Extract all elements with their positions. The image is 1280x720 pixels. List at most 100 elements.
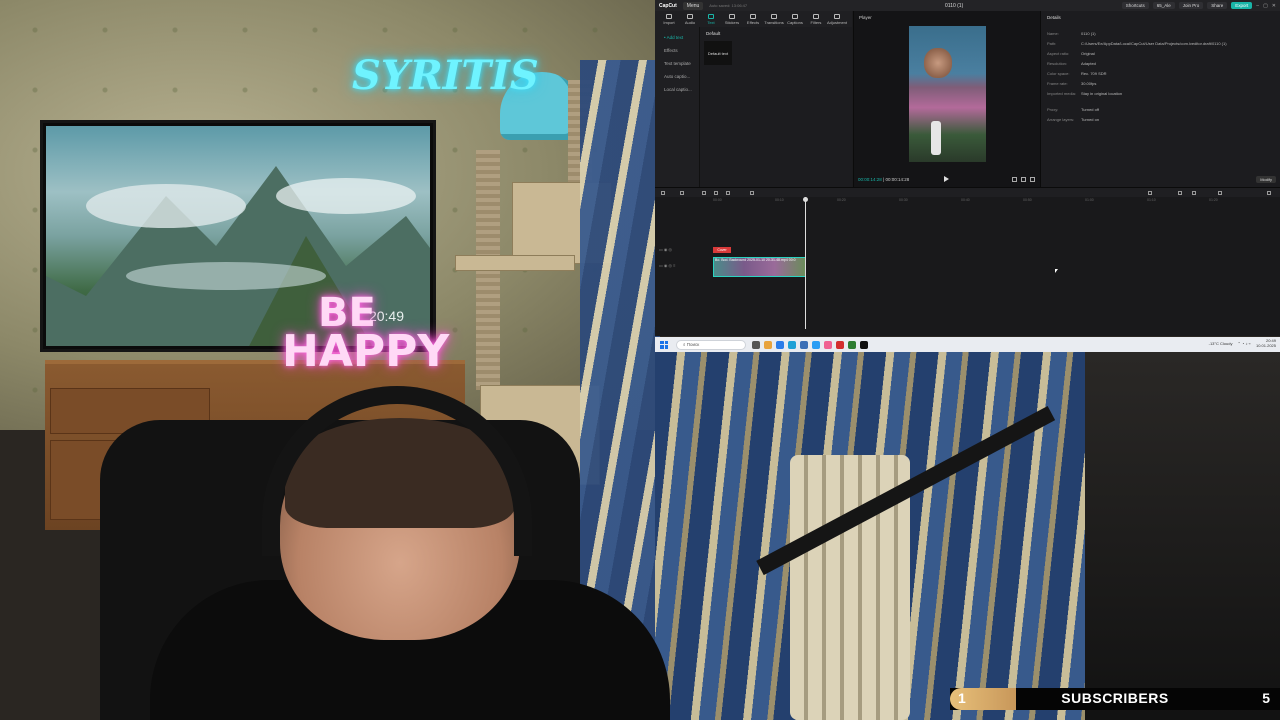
details-key: Arrange layers: — [1047, 117, 1075, 122]
subscriber-goal: 5 — [1262, 690, 1270, 706]
user-account-button[interactable]: 65_Ale — [1152, 2, 1175, 9]
select-icon[interactable] — [661, 191, 665, 195]
ratio-icon[interactable] — [1021, 177, 1026, 182]
details-key: Color space: — [1047, 71, 1070, 76]
ruler-tick-label: 01:10 — [1147, 198, 1156, 202]
details-value: Rec. 709 SDR — [1081, 71, 1107, 76]
capcut-icon[interactable] — [860, 340, 868, 349]
file-explorer-icon[interactable] — [764, 340, 772, 349]
toolbar-effects-button[interactable]: Effects — [744, 13, 762, 25]
toolbar-captions-button[interactable]: Captions — [786, 13, 804, 25]
details-row: Proxy: Turned off — [1047, 107, 1277, 112]
subscriber-label: SUBSCRIBERS — [1061, 690, 1169, 706]
mic-icon[interactable] — [1148, 191, 1152, 195]
ruler-tick-label: 00:20 — [837, 198, 846, 202]
toolbar-text-button[interactable]: Text — [702, 13, 720, 25]
toolbar-audio-button[interactable]: Audio — [681, 13, 699, 25]
mouse-cursor — [1055, 269, 1058, 273]
toolbar-stickers-button[interactable]: Stickers — [723, 13, 741, 25]
neon-sign-happy: HAPPY — [282, 326, 450, 377]
title-actions: Shortcuts 65_Ale Join Pro Share Export –… — [1121, 2, 1276, 9]
minimize-icon[interactable]: – — [1256, 3, 1259, 9]
toolbar-label: Captions — [787, 19, 803, 25]
text-nav-item[interactable]: Text template — [655, 57, 699, 70]
link-icon[interactable] — [1192, 191, 1196, 195]
current-time: 00:00:14:28 — [858, 177, 882, 182]
asset-panel: Default Default text — [699, 27, 852, 187]
text-nav-item[interactable]: Local captio... — [655, 83, 699, 96]
details-row: Name: 0110 (1) — [1047, 31, 1277, 36]
timeline-ruler: 00:00 00:10 00:20 00:30 00:40 00:50 01:00 01:10… — [713, 198, 1280, 204]
modify-button[interactable]: Modify — [1256, 176, 1276, 183]
text-panel-nav: • Add text Effects Text template Auto capti… — [655, 27, 699, 187]
app-icon[interactable] — [848, 340, 856, 349]
toolbar-filters-button[interactable]: Filters — [807, 13, 825, 25]
taskbar-search[interactable]: ⌕ Поиск — [676, 339, 746, 350]
search-placeholder: Поиск — [686, 342, 700, 347]
text-nav-item[interactable]: • Add text — [655, 31, 699, 44]
audio-icon — [687, 13, 693, 19]
ruler-tick-label: 01:20 — [1209, 198, 1218, 202]
tray-icons[interactable]: ⌃ ◔ ♪ ⌁ — [1237, 341, 1251, 346]
app-icon[interactable] — [836, 340, 844, 349]
autosave-status: Auto saved: 13:06:47 — [709, 3, 748, 8]
text-nav-item[interactable]: Auto captio... — [655, 70, 699, 83]
toolbar-label: Adjustment — [827, 19, 848, 25]
neon-sign-name: SYRITIS — [352, 52, 539, 99]
app-icon[interactable] — [800, 340, 808, 349]
undo-icon[interactable] — [680, 191, 684, 195]
toolbar-label: Effects — [746, 19, 760, 25]
toolbar-label: Transitions — [764, 19, 784, 25]
subscriber-goal-bar: 1 SUBSCRIBERS 5 — [950, 688, 1280, 710]
delete-right-icon[interactable] — [726, 191, 730, 195]
toolbar-import-button[interactable]: Import — [660, 13, 678, 25]
text-nav-item[interactable]: Effects — [655, 44, 699, 57]
export-button[interactable]: Export — [1231, 2, 1253, 9]
close-icon[interactable]: ✕ — [1272, 3, 1276, 9]
fullscreen-icon[interactable] — [1030, 177, 1035, 182]
windows-start-icon[interactable] — [660, 340, 668, 349]
task-view-icon[interactable] — [752, 340, 760, 349]
maximize-icon[interactable]: ▢ — [1263, 3, 1268, 9]
playhead[interactable] — [803, 197, 808, 329]
obs-icon[interactable] — [824, 340, 832, 349]
zoom-out-icon[interactable] — [1218, 191, 1222, 195]
track-controls-main[interactable]: ▭ ◉ ◎ ≡ — [659, 263, 675, 268]
marker-icon[interactable] — [750, 191, 754, 195]
import-icon — [666, 13, 672, 19]
browser-icon[interactable] — [776, 340, 784, 349]
play-icon[interactable] — [944, 176, 949, 182]
asset-tab-default[interactable]: Default — [706, 31, 720, 36]
split-icon[interactable] — [702, 191, 706, 195]
shortcuts-button[interactable]: Shortcuts — [1121, 2, 1149, 9]
weather-widget[interactable]: -13°C Cloudy — [1209, 341, 1233, 346]
details-key: Imported media: — [1047, 91, 1076, 96]
share-button[interactable]: Share — [1207, 2, 1228, 9]
system-tray: -13°C Cloudy ⌃ ◔ ♪ ⌁ 20:49 10.01.2025 — [1209, 338, 1276, 348]
video-clip[interactable]: Bo. Bod. Backround 2025-01-10 20-31-48.m… — [713, 257, 806, 277]
clip-label: Bo. Bod. Backround 2025-01-10 20-31-48.m… — [715, 258, 796, 262]
details-value: Turned on — [1081, 117, 1100, 122]
zoom-in-icon[interactable] — [1267, 191, 1271, 195]
menu-button[interactable]: Menu — [682, 1, 704, 10]
clock-date: 10.01.2025 — [1255, 342, 1276, 348]
cover-label[interactable]: Cover — [713, 247, 731, 253]
taskbar-apps — [752, 340, 868, 349]
taskbar-clock[interactable]: 20:49 10.01.2025 — [1255, 338, 1276, 348]
edge-icon[interactable] — [788, 340, 796, 349]
snap-icon[interactable] — [1178, 191, 1182, 195]
player-preview[interactable] — [909, 26, 986, 162]
default-text-card[interactable]: Default text — [704, 41, 732, 65]
text-icon — [708, 13, 714, 19]
track-controls-cover[interactable]: ▭ ◉ ◎ — [659, 247, 672, 252]
telegram-icon[interactable] — [812, 340, 820, 349]
room-dark-corner — [1085, 352, 1280, 720]
delete-left-icon[interactable] — [714, 191, 718, 195]
toolbar-adjustment-button[interactable]: Adjustment — [827, 13, 848, 25]
app-logo: CapCut — [659, 2, 677, 9]
join-pro-button[interactable]: Join Pro — [1178, 2, 1204, 9]
details-value: C:/Users/Ее/AppData/Local/CapCut/User Da… — [1081, 41, 1227, 46]
crop-icon[interactable] — [1012, 177, 1017, 182]
player-panel: Player 00:00:14:28 | 00:00:14:28 — [853, 11, 1041, 187]
toolbar-transitions-button[interactable]: Transitions — [764, 13, 784, 25]
